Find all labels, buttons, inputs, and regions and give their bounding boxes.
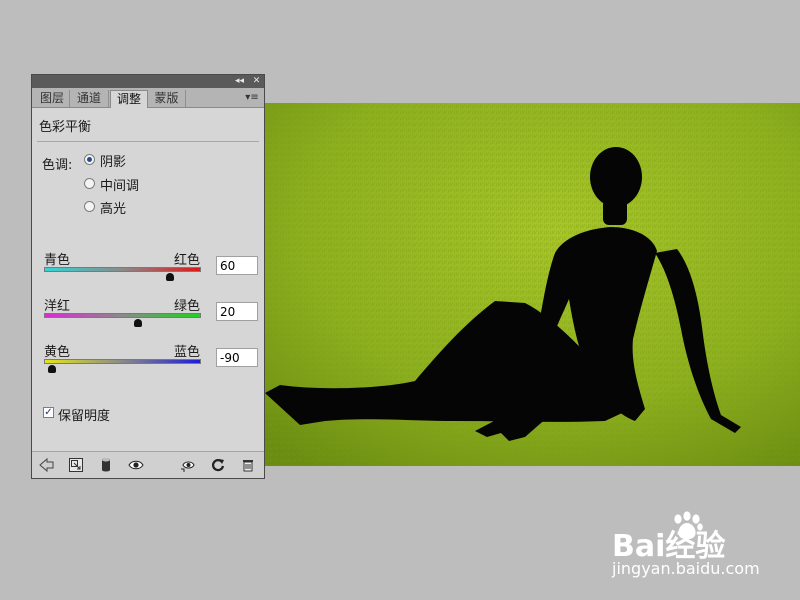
tone-option-label: 中间调 [100,179,140,194]
radio-shadows[interactable] [84,154,95,165]
back-arrow-icon[interactable] [38,457,54,473]
magenta-green-value-input[interactable] [216,302,258,321]
clip-layer-icon[interactable] [68,457,84,473]
tab-adjustments[interactable]: 调整 [110,90,148,108]
panel-menu-icon[interactable]: ▾≡ [243,91,261,105]
preserve-luminosity-checkbox[interactable]: ✓ [43,407,54,418]
slider-thumb[interactable] [165,273,175,281]
layer-mask-icon[interactable] [98,457,114,473]
magenta-green-slider: 洋红 绿色 [44,295,260,331]
delete-icon[interactable] [240,457,256,473]
slider-left-label: 青色 [44,253,71,268]
view-previous-icon[interactable] [180,457,196,473]
close-panel-icon[interactable]: ✕ [250,75,263,88]
slider-right-label: 绿色 [174,299,201,314]
divider [37,141,259,142]
adjustments-panel: ◂◂ ✕ 图层 通道 调整 蒙版 ▾≡ 色彩平衡 色调: 阴影 中间调 高光 青… [31,74,265,479]
panel-tabbar: 图层 通道 调整 蒙版 ▾≡ [32,88,264,108]
slider-left-label: 洋红 [44,299,71,314]
collapse-panel-icon[interactable]: ◂◂ [233,75,246,88]
slider-track[interactable] [44,267,201,272]
panel-title: 色彩平衡 [39,120,92,135]
cyan-red-value-input[interactable] [216,256,258,275]
tab-layers[interactable]: 图层 [35,90,70,107]
preserve-luminosity-label: 保留明度 [58,409,111,424]
baidu-jingyan-watermark: Bai经验 jingyan.baidu.com [612,511,772,585]
slider-right-label: 红色 [174,253,201,268]
tone-option-label: 阴影 [100,155,127,170]
visibility-eye-icon[interactable] [128,457,144,473]
yellow-blue-slider: 黄色 蓝色 [44,341,260,377]
tone-label: 色调: [42,158,73,173]
cyan-red-slider: 青色 红色 [44,249,260,285]
photo-canvas [265,103,800,466]
slider-track[interactable] [44,359,201,364]
reset-icon[interactable] [210,457,226,473]
slider-thumb[interactable] [47,365,57,373]
panel-titlebar[interactable]: ◂◂ ✕ [32,75,264,88]
slider-right-label: 蓝色 [174,345,201,360]
slider-track[interactable] [44,313,201,318]
tab-channels[interactable]: 通道 [70,90,109,107]
watermark-site: jingyan.baidu.com [612,559,760,578]
radio-midtones[interactable] [84,178,95,189]
radio-highlights[interactable] [84,201,95,212]
tone-option-label: 高光 [100,202,127,217]
slider-left-label: 黄色 [44,345,71,360]
slider-thumb[interactable] [133,319,143,327]
tab-masks[interactable]: 蒙版 [148,90,186,107]
panel-bottom-toolbar [32,451,264,478]
yellow-blue-value-input[interactable] [216,348,258,367]
